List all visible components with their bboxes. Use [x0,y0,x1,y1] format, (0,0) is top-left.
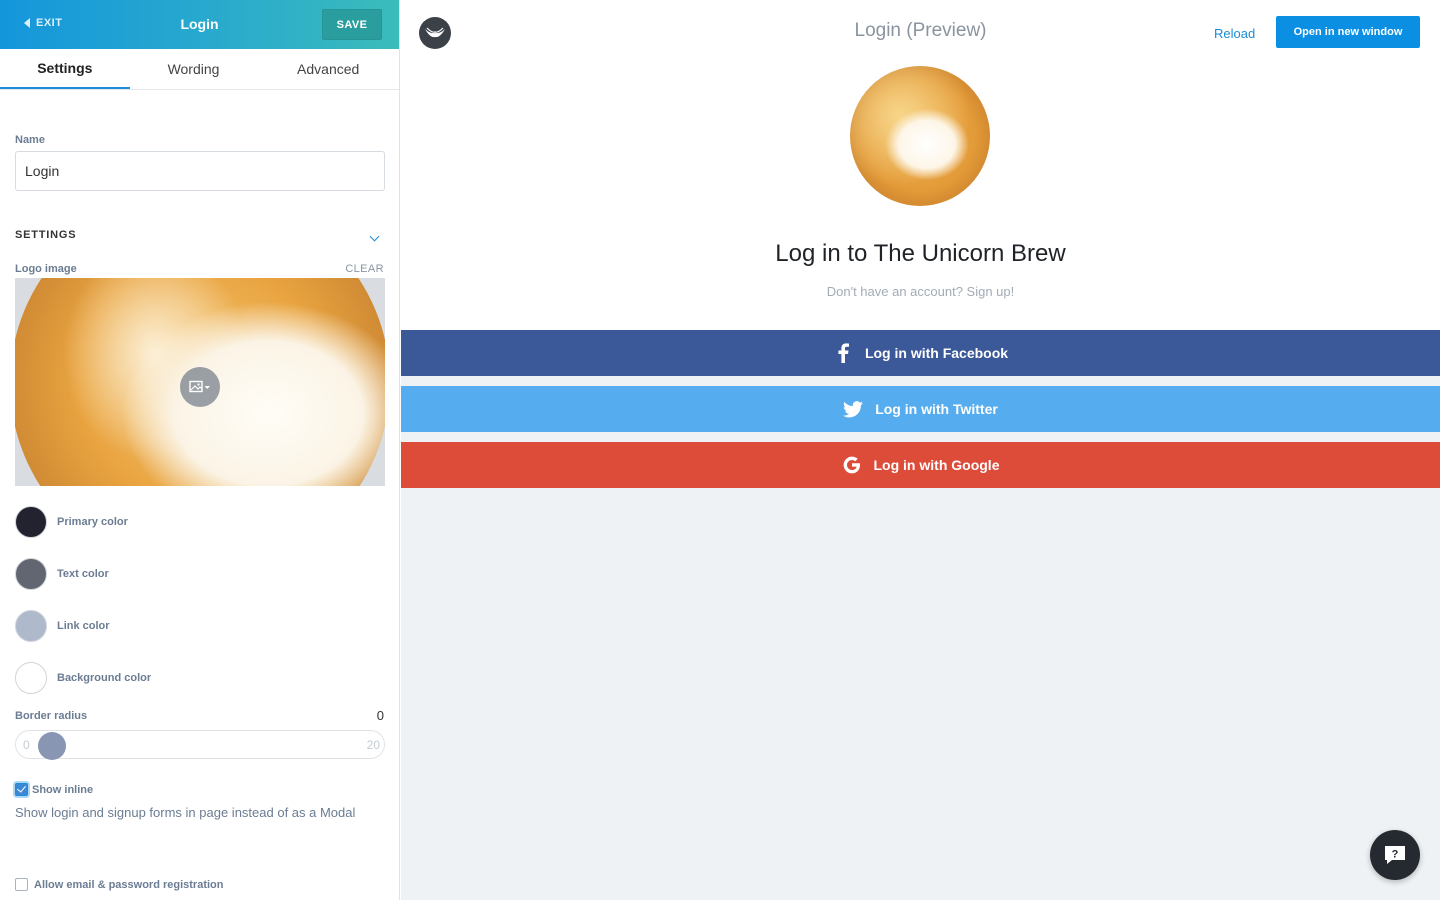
brand-avatar [850,66,990,206]
show-inline-description: Show login and signup forms in page inst… [15,805,356,820]
preview-header-area: Login (Preview) Reload Open in new windo… [401,0,1440,330]
settings-sidebar: EXIT Login SAVE Settings Wording Advance… [0,0,400,900]
allow-email-checkbox[interactable] [15,878,28,891]
sidebar-tabs: Settings Wording Advanced [0,49,399,90]
name-input[interactable]: Login [15,151,385,191]
google-login-label: Log in with Google [873,457,1000,473]
border-radius-slider[interactable]: 0 20 [15,730,385,760]
facebook-icon [833,343,853,363]
logo-image-preview [15,278,385,486]
link-color-row[interactable]: Link color [15,610,384,642]
settings-section-header[interactable]: SETTINGS [15,229,384,241]
image-picker-button[interactable] [180,367,220,407]
login-preview-pane: Login (Preview) Reload Open in new windo… [401,0,1440,900]
twitter-login-label: Log in with Twitter [875,401,998,417]
slider-max-label: 20 [366,738,380,752]
save-button[interactable]: SAVE [322,9,382,40]
border-radius-value: 0 [376,708,384,723]
login-heading: Log in to The Unicorn Brew [775,240,1066,267]
show-inline-checkbox[interactable] [15,783,28,796]
text-color-swatch[interactable] [15,558,47,590]
signup-link[interactable]: Don't have an account? Sign up! [401,284,1440,299]
google-login-button[interactable]: Log in with Google [401,442,1440,488]
svg-text:?: ? [1392,849,1399,861]
border-radius-label: Border radius [15,709,88,722]
link-color-label: Link color [57,620,110,632]
primary-color-swatch[interactable] [15,506,47,538]
chevron-down-icon[interactable] [369,231,380,241]
google-icon [842,455,862,475]
show-inline-row[interactable]: Show inline [15,783,384,796]
name-label: Name [15,134,45,146]
settings-section-title: SETTINGS [15,229,77,241]
open-new-window-button[interactable]: Open in new window [1276,16,1420,48]
allow-email-row[interactable]: Allow email & password registration [15,878,384,891]
slider-handle[interactable] [38,732,66,760]
background-color-swatch[interactable] [15,662,47,694]
tab-wording[interactable]: Wording [130,49,258,89]
sidebar-header: EXIT Login SAVE [0,0,399,49]
background-color-label: Background color [57,672,152,684]
twitter-login-button[interactable]: Log in with Twitter [401,386,1440,432]
help-chat-button[interactable]: ? [1370,830,1420,880]
image-icon [189,380,210,393]
border-radius-row: Border radius 0 [15,708,384,723]
facebook-login-button[interactable]: Log in with Facebook [401,330,1440,376]
clear-logo-button[interactable]: CLEAR [345,263,384,275]
logo-row: Logo image CLEAR [15,263,384,275]
reload-button[interactable]: Reload [1214,26,1255,41]
link-color-swatch[interactable] [15,610,47,642]
primary-color-label: Primary color [57,516,128,528]
logo-image-label: Logo image [15,263,77,275]
twitter-icon [843,399,864,419]
tab-settings[interactable]: Settings [0,49,130,89]
facebook-login-label: Log in with Facebook [864,345,1009,361]
text-color-row[interactable]: Text color [15,558,384,590]
tab-advanced[interactable]: Advanced [257,49,399,89]
background-color-row[interactable]: Background color [15,662,384,694]
allow-email-label: Allow email & password registration [34,878,224,891]
show-inline-label: Show inline [32,783,94,796]
slider-min-label: 0 [23,738,30,752]
help-chat-icon: ? [1385,846,1405,864]
text-color-label: Text color [57,568,109,580]
primary-color-row[interactable]: Primary color [15,506,384,538]
sidebar-body: Name Login SETTINGS Logo image CLEAR Pri… [0,134,399,891]
